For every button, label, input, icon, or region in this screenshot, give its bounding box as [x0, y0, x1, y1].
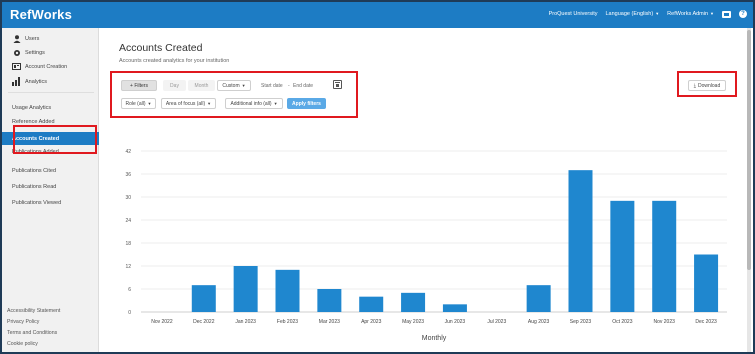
- bar: [191, 285, 216, 312]
- language-label: Language (English): [605, 11, 654, 17]
- y-tick-label: 18: [125, 241, 131, 247]
- y-tick-label: 30: [125, 195, 131, 201]
- x-tick-label: Mar 2023: [319, 319, 340, 325]
- bar: [275, 269, 300, 312]
- university-link[interactable]: ProQuest University: [549, 11, 598, 17]
- y-tick-label: 0: [128, 310, 131, 316]
- app-logo[interactable]: RefWorks: [10, 7, 72, 22]
- user-label: RefWorks Admin: [667, 11, 709, 17]
- chat-icon[interactable]: [722, 10, 731, 18]
- top-bar: RefWorks ProQuest University Language (E…: [2, 2, 753, 28]
- bar: [442, 304, 467, 312]
- y-tick-label: 42: [125, 149, 131, 155]
- x-tick-label: Jan 2023: [235, 319, 256, 325]
- app-window: RefWorks ProQuest University Language (E…: [0, 0, 755, 354]
- language-menu[interactable]: Language (English) ▼: [606, 11, 660, 17]
- bar: [317, 289, 342, 312]
- bar: [359, 296, 384, 312]
- bar: [652, 200, 677, 312]
- sidebar-item-label: Reference Added: [12, 118, 55, 125]
- gear-icon: [12, 49, 21, 57]
- highlight-box: [677, 71, 737, 97]
- sidebar-item-label: Analytics: [25, 78, 48, 85]
- account-creation-icon: [12, 63, 21, 71]
- x-tick-label: Dec 2022: [193, 319, 215, 325]
- sidebar-item-label: Usage Analytics: [12, 104, 52, 111]
- x-tick-label: Aug 2023: [528, 319, 550, 325]
- bar-chart-icon: [12, 77, 21, 86]
- user-icon: [12, 34, 21, 43]
- sidebar-divider: [8, 92, 94, 93]
- x-axis-label: Monthly: [422, 335, 447, 342]
- sidebar-item-usage-analytics[interactable]: Usage Analytics: [2, 101, 99, 114]
- sidebar-item-users[interactable]: Users: [2, 32, 99, 45]
- sidebar-item-settings[interactable]: Settings: [2, 46, 99, 59]
- sidebar-item-label: Settings: [25, 49, 45, 56]
- sidebar-item-label: Publications Cited: [12, 167, 57, 174]
- y-tick-label: 24: [125, 218, 131, 224]
- page-title: Accounts Created: [119, 42, 203, 54]
- bar: [694, 254, 719, 312]
- top-nav: ProQuest University Language (English) ▼ …: [549, 10, 747, 18]
- x-tick-label: Oct 2023: [612, 319, 633, 325]
- x-tick-label: Feb 2023: [277, 319, 298, 325]
- page-subtitle: Accounts created analytics for your inst…: [119, 58, 230, 64]
- terms-link[interactable]: Terms and Conditions: [7, 330, 57, 336]
- chevron-down-icon: ▼: [655, 11, 660, 16]
- sidebar-item-label: Account Creation: [25, 63, 68, 70]
- chevron-down-icon: ▼: [710, 11, 714, 16]
- x-tick-label: Jul 2023: [487, 319, 506, 325]
- x-tick-label: May 2023: [402, 319, 424, 325]
- sidebar-item-publications-cited[interactable]: Publications Cited: [2, 164, 99, 177]
- sidebar-item-publications-viewed[interactable]: Publications Viewed: [2, 196, 99, 209]
- y-tick-label: 36: [125, 172, 131, 178]
- x-tick-label: Nov 2023: [654, 319, 676, 325]
- privacy-link[interactable]: Privacy Policy: [7, 319, 39, 325]
- sidebar-item-label: Publications Viewed: [12, 199, 62, 206]
- sidebar-item-label: Publications Read: [12, 183, 57, 190]
- sidebar-item-account-creation[interactable]: Account Creation: [2, 60, 99, 73]
- bar: [568, 170, 593, 312]
- bar: [233, 266, 258, 312]
- y-tick-label: 12: [125, 264, 131, 270]
- scrollbar-thumb[interactable]: [747, 30, 751, 270]
- bar: [526, 285, 551, 312]
- sidebar-item-analytics[interactable]: Analytics: [2, 75, 99, 88]
- sidebar-item-publications-read[interactable]: Publications Read: [2, 180, 99, 193]
- sidebar: Users Settings Account Creation Analytic…: [2, 28, 99, 352]
- cookie-link[interactable]: Cookie policy: [7, 341, 38, 347]
- x-tick-label: Jun 2023: [445, 319, 466, 325]
- accessibility-link[interactable]: Accessibility Statement: [7, 308, 60, 314]
- x-tick-label: Nov 2022: [151, 319, 173, 325]
- x-tick-label: Sep 2023: [570, 319, 592, 325]
- highlight-box: [13, 125, 97, 154]
- sidebar-item-label: Users: [25, 35, 40, 42]
- y-tick-label: 6: [128, 287, 131, 293]
- help-icon[interactable]: ?: [739, 10, 747, 18]
- x-tick-label: Apr 2023: [361, 319, 382, 325]
- user-menu[interactable]: RefWorks Admin ▼: [667, 11, 714, 17]
- bar-chart: 0 6 12 18 24 30 36 42 Nov 2022 Dec 2022 Jan 2023 Fe…: [125, 149, 727, 342]
- accounts-created-chart: 0 6 12 18 24 30 36 42 Nov 2022 Dec 2022 Jan 2023 Fe…: [115, 140, 740, 351]
- highlight-box: [110, 71, 358, 118]
- x-tick-label: Dec 2023: [695, 319, 717, 325]
- bar: [610, 200, 635, 312]
- bar: [401, 292, 426, 312]
